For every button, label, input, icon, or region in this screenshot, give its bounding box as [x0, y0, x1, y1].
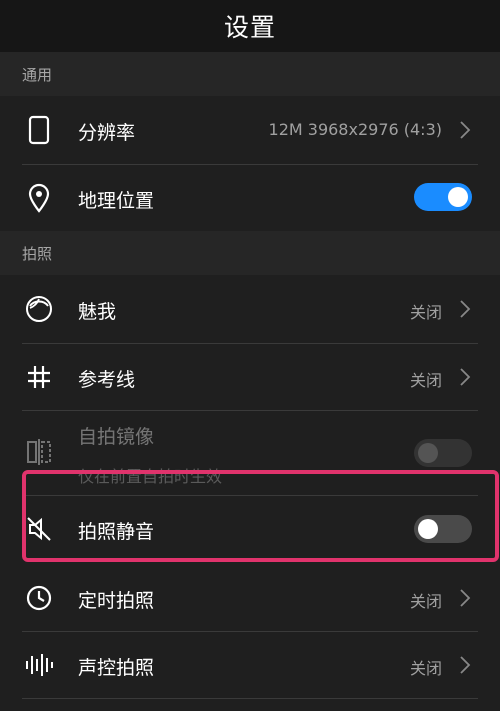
soundwave-icon: [24, 650, 54, 680]
setting-resolution[interactable]: 分辨率 12M 3968x2976 (4:3): [0, 96, 500, 164]
chevron-right-icon: [460, 121, 471, 139]
setting-timer[interactable]: 定时拍照 关闭: [0, 565, 500, 631]
setting-beauty[interactable]: 魅我 关闭: [0, 275, 500, 343]
grid-icon: [24, 362, 54, 392]
mirror-icon: [24, 437, 54, 467]
setting-gridlines[interactable]: 参考线 关闭: [0, 344, 500, 410]
setting-location[interactable]: 地理位置: [0, 165, 500, 231]
phone-icon: [24, 115, 54, 145]
highlight-box: [22, 470, 499, 562]
title-bar: 设置: [0, 0, 500, 52]
voice-label: 声控拍照: [78, 657, 155, 679]
beauty-label: 魅我: [78, 301, 117, 323]
gridlines-label: 参考线: [78, 369, 136, 391]
location-label: 地理位置: [78, 190, 155, 212]
location-toggle[interactable]: [414, 183, 472, 211]
setting-voice-capture[interactable]: 声控拍照 关闭: [0, 632, 500, 698]
timer-value: 关闭: [409, 592, 442, 611]
chevron-right-icon: [460, 656, 471, 674]
mirror-toggle[interactable]: [414, 439, 472, 467]
beauty-value: 关闭: [409, 303, 442, 322]
resolution-value: 12M 3968x2976 (4:3): [268, 120, 442, 139]
resolution-label: 分辨率: [78, 122, 136, 144]
chevron-right-icon: [460, 368, 471, 386]
mirror-label: 自拍镜像: [78, 426, 155, 448]
voice-value: 关闭: [409, 659, 442, 678]
timer-label: 定时拍照: [78, 590, 155, 612]
section-header-general: 通用: [0, 52, 500, 96]
location-pin-icon: [24, 183, 54, 213]
gridlines-value: 关闭: [409, 371, 442, 390]
divider: [22, 698, 478, 699]
page-title: 设置: [223, 13, 276, 42]
timer-icon: [24, 583, 54, 613]
chevron-right-icon: [460, 589, 471, 607]
section-header-photo: 拍照: [0, 231, 500, 275]
face-icon: [24, 294, 54, 324]
chevron-right-icon: [460, 300, 471, 318]
